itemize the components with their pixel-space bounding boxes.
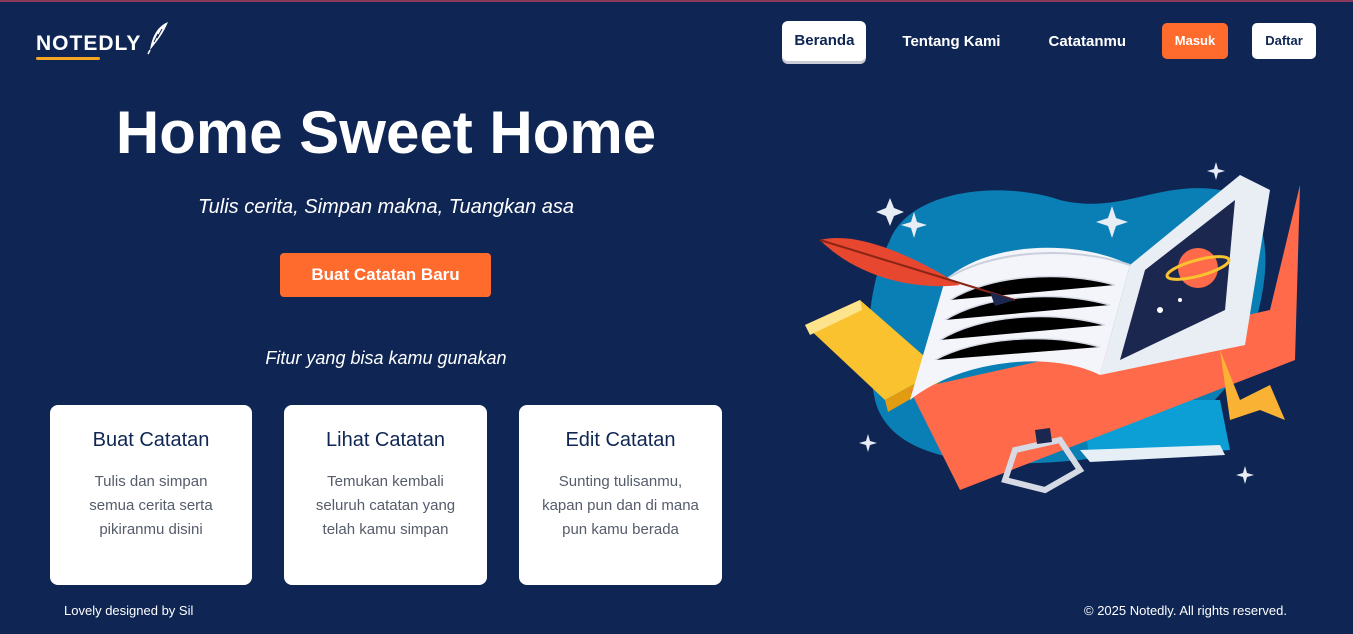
- feature-card-title: Edit Catatan: [565, 429, 676, 451]
- book-illustration: [805, 162, 1300, 494]
- nav-item-beranda[interactable]: Beranda: [782, 21, 867, 61]
- feature-card-desc: Sunting tulisanmu, kapan pun dan di mana…: [542, 473, 699, 538]
- quill-icon: [147, 22, 168, 55]
- create-note-button[interactable]: Buat Catatan Baru: [280, 253, 491, 297]
- logo-underline: [36, 57, 100, 60]
- feature-card-desc: Tulis dan simpan semua cerita serta piki…: [89, 473, 213, 538]
- hero-subtitle: Tulis cerita, Simpan makna, Tuangkan asa: [197, 196, 575, 218]
- feature-card-lihat-catatan: Lihat Catatan Temukan kembali seluruh ca…: [284, 405, 487, 585]
- nav-item-catatanmu[interactable]: Catatanmu: [1048, 33, 1126, 50]
- feature-card-title: Buat Catatan: [92, 429, 210, 451]
- features-heading: Fitur yang bisa kamu gunakan: [265, 348, 507, 368]
- feature-card-edit-catatan: Edit Catatan Sunting tulisanmu, kapan pu…: [519, 405, 722, 585]
- feature-card-buat-catatan: Buat Catatan Tulis dan simpan semua ceri…: [50, 405, 252, 585]
- register-button[interactable]: Daftar: [1252, 23, 1316, 59]
- footer-copyright: © 2025 Notedly. All rights reserved.: [1084, 603, 1287, 618]
- feature-card-title: Lihat Catatan: [326, 429, 445, 451]
- feature-card-desc: Temukan kembali seluruh catatan yang tel…: [315, 473, 456, 538]
- nav-item-tentang-kami[interactable]: Tentang Kami: [902, 33, 1000, 50]
- logo[interactable]: NOTEDLY: [36, 20, 171, 62]
- top-accent-line: [0, 0, 1353, 2]
- footer-credit: Lovely designed by Sil: [64, 603, 194, 618]
- logo-text: NOTEDLY: [36, 32, 142, 55]
- hero-title: Home Sweet Home: [115, 99, 657, 166]
- login-button[interactable]: Masuk: [1162, 23, 1228, 59]
- main-nav: Beranda Tentang Kami Catatanmu Masuk Daf…: [782, 21, 1316, 61]
